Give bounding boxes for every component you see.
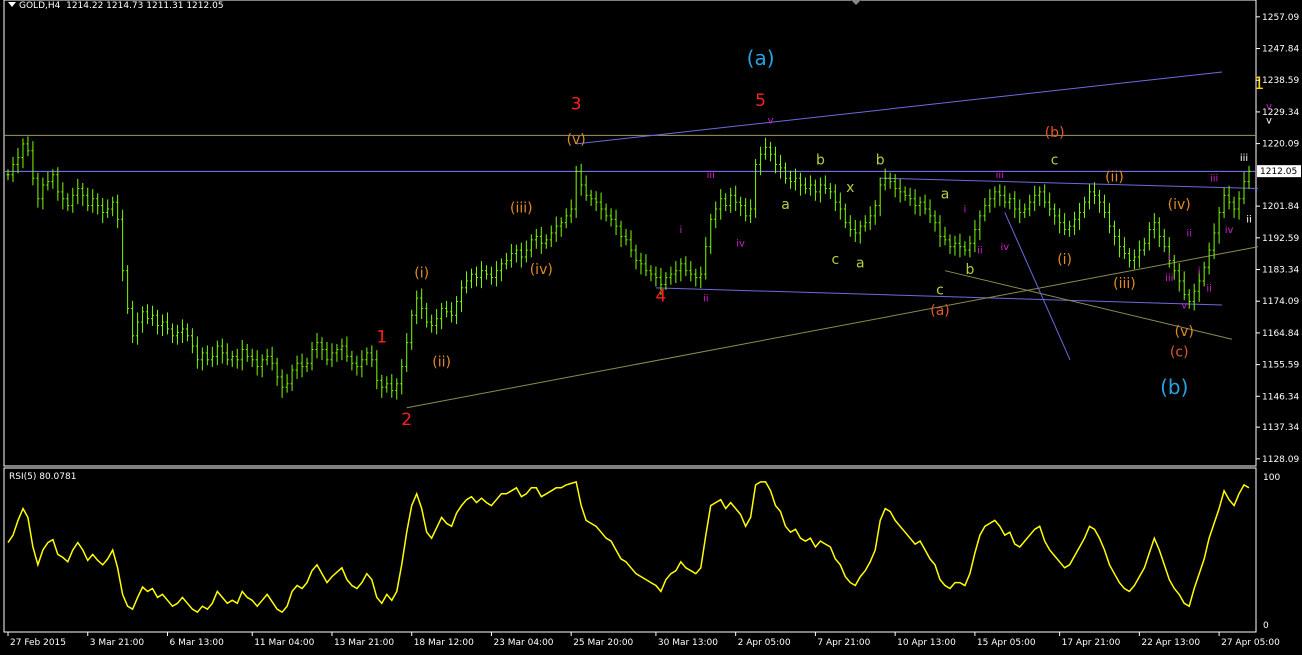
time-tick-label: 18 Mar 12:00 xyxy=(414,638,474,648)
time-tick-label: 13 Mar 21:00 xyxy=(334,638,394,648)
dropdown-triangle-icon[interactable] xyxy=(8,2,16,7)
price-tick-label: 1183.34 xyxy=(1262,266,1299,276)
wave-label: i xyxy=(1168,252,1171,263)
wave-label: v xyxy=(768,115,774,126)
rsi-header: RSI(5) 80.0781 xyxy=(9,472,77,482)
wave-label: b xyxy=(876,152,885,168)
wave-label: (iv) xyxy=(1168,197,1191,213)
price-tick-label: 1257.09 xyxy=(1262,13,1299,23)
wave-label: a xyxy=(781,197,790,213)
time-tick-label: 27 Apr 05:00 xyxy=(1221,638,1280,648)
rsi-tick-label: 0 xyxy=(1263,621,1269,631)
wave-label: a xyxy=(856,255,865,271)
price-tick-label: 1229.34 xyxy=(1262,108,1299,118)
wave-label: (a) xyxy=(747,46,775,70)
price-tick-label: 1247.84 xyxy=(1262,45,1299,55)
chart-background xyxy=(0,0,1302,651)
wave-label: ii xyxy=(1206,283,1212,294)
time-tick-label: 10 Apr 13:00 xyxy=(897,638,956,648)
wave-label: (i) xyxy=(414,266,429,282)
wave-label: c xyxy=(936,283,944,299)
wave-label: (ii) xyxy=(432,355,451,371)
wave-label: iii xyxy=(707,170,715,181)
time-tick-label: 6 Mar 13:00 xyxy=(169,638,224,648)
wave-label: (iv) xyxy=(530,262,553,278)
price-tick-label: 1128.09 xyxy=(1262,455,1299,465)
price-tick-label: 1220.09 xyxy=(1262,140,1299,150)
price-tick-label: 1155.59 xyxy=(1262,361,1299,371)
time-tick-label: 30 Mar 13:00 xyxy=(658,638,718,648)
price-tick-label: 1238.59 xyxy=(1262,76,1299,86)
wave-label: i xyxy=(679,225,682,236)
wave-label: 2 xyxy=(401,410,412,430)
wave-label: b xyxy=(965,262,974,278)
wave-label: iii xyxy=(1240,153,1248,164)
wave-label: a xyxy=(941,187,950,203)
time-tick-label: 27 Feb 2015 xyxy=(10,638,66,648)
wave-label: 5 xyxy=(755,91,766,111)
time-tick-label: 3 Mar 21:00 xyxy=(90,638,145,648)
time-tick-label: 11 Mar 04:00 xyxy=(254,638,314,648)
current-price-label: 1212.05 xyxy=(1260,167,1297,177)
price-tick-label: 1146.34 xyxy=(1262,392,1299,402)
wave-label: (c) xyxy=(1170,344,1189,360)
wave-label: x xyxy=(846,180,854,196)
chart-window: 1 2 3 4 5 (a) (b) 1 (v) (iii) (iv) (i) (ii) (b) (a) (c)… xyxy=(0,0,1302,651)
wave-label: ii xyxy=(1186,228,1192,239)
wave-label: ii xyxy=(977,246,983,257)
wave-label: iii xyxy=(996,170,1004,181)
wave-label: c xyxy=(831,252,839,268)
wave-label: i xyxy=(1198,266,1201,277)
wave-label: (i) xyxy=(1057,252,1072,268)
symbol-label: GOLD,H4 xyxy=(19,1,61,11)
chart-header: GOLD,H4 1214.22 1214.73 1211.31 1212.05 xyxy=(8,1,224,11)
rsi-tick-label: 100 xyxy=(1263,473,1280,483)
time-tick-label: 23 Mar 04:00 xyxy=(493,638,553,648)
price-tick-label: 1164.84 xyxy=(1262,329,1299,339)
wave-label: (ii) xyxy=(1105,170,1124,186)
time-tick-label: 17 Apr 21:00 xyxy=(1062,638,1121,648)
price-axis: 1257.09 1247.84 1238.59 1229.34 1220.09 1201.… xyxy=(1256,13,1301,465)
wave-label: (b) xyxy=(1160,375,1188,399)
price-tick-label: 1174.09 xyxy=(1262,297,1299,307)
wave-label: i xyxy=(964,204,967,215)
wave-label: iv xyxy=(1225,225,1234,236)
wave-label: (iii) xyxy=(1113,276,1136,292)
price-tick-label: 1201.84 xyxy=(1262,202,1299,212)
price-tick-label: 1192.59 xyxy=(1262,234,1299,244)
time-tick-label: 2 Apr 05:00 xyxy=(738,638,791,648)
time-tick-label: 15 Apr 05:00 xyxy=(977,638,1036,648)
wave-label: iii xyxy=(1210,174,1218,185)
wave-label: 4 xyxy=(655,287,666,307)
wave-label: c xyxy=(1051,152,1059,168)
wave-label: (v) xyxy=(567,132,586,148)
wave-label: iv xyxy=(736,239,745,250)
wave-label: iv xyxy=(1000,242,1009,253)
wave-label: (b) xyxy=(1045,125,1065,141)
wave-label: (a) xyxy=(930,303,950,319)
price-chart[interactable]: 12345(a)(b)1(v)(iii)(iv)(i)(ii)(b)(a)(c)… xyxy=(0,0,1302,651)
wave-label: iii xyxy=(1165,273,1173,284)
wave-label: b xyxy=(816,152,825,168)
wave-label: (iii) xyxy=(510,200,533,216)
price-tick-label: 1137.34 xyxy=(1262,423,1299,433)
wave-label: 1 xyxy=(376,328,387,348)
wave-label: ii xyxy=(1246,215,1252,226)
wave-label: ii xyxy=(703,294,709,305)
time-tick-label: 25 Mar 20:00 xyxy=(573,638,633,648)
time-tick-label: 7 Apr 21:00 xyxy=(817,638,870,648)
wave-label: (v) xyxy=(1175,324,1194,340)
time-tick-label: 22 Apr 13:00 xyxy=(1141,638,1200,648)
wave-label: 3 xyxy=(571,95,582,115)
ohlc-values: 1214.22 1214.73 1211.31 1212.05 xyxy=(66,1,224,11)
wave-label: v xyxy=(1181,300,1187,311)
